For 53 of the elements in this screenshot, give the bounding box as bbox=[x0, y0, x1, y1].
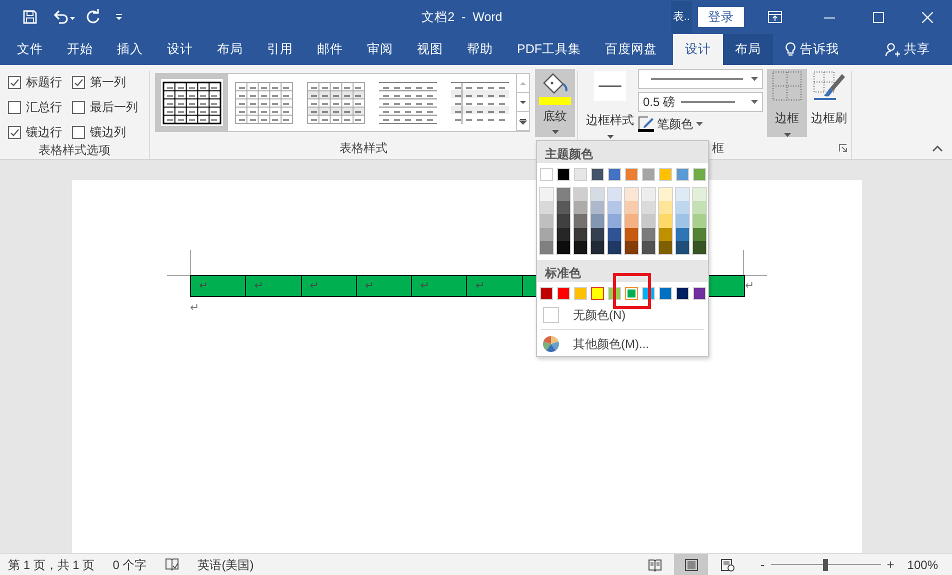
ribbon-tab[interactable]: 引用 bbox=[255, 34, 305, 65]
paragraph-mark: ↵ bbox=[190, 301, 200, 316]
zoom-out-button[interactable]: - bbox=[760, 554, 765, 574]
word-count: 0 个字 bbox=[112, 556, 147, 574]
menu-heading: 标准色 bbox=[537, 260, 708, 282]
ribbon-tab[interactable]: 告诉我 bbox=[773, 34, 851, 65]
zoom-in-button[interactable]: + bbox=[886, 554, 894, 574]
table-cell: ↵ bbox=[356, 276, 412, 296]
language-label: 英语(美国) bbox=[198, 556, 254, 574]
checkbox-label: 汇总行 bbox=[26, 99, 62, 116]
table-cell: ↵ bbox=[191, 276, 246, 296]
group-label: 表格样式选项 bbox=[38, 143, 110, 157]
ribbon-tab[interactable]: 视图 bbox=[405, 34, 455, 65]
menu-heading: 主题颜色 bbox=[537, 141, 708, 163]
end-of-row-mark: ↵ bbox=[745, 279, 754, 294]
table-cell: ↵ bbox=[302, 276, 357, 296]
checkbox-label: 镶边行 bbox=[26, 124, 62, 141]
ribbon-tab[interactable]: 邮件 bbox=[305, 34, 355, 65]
table-cell: ↵ bbox=[467, 276, 523, 296]
ribbon-tab[interactable]: 开始 bbox=[55, 34, 105, 65]
ribbon-tab[interactable]: PDF工具集 bbox=[505, 34, 593, 65]
borders-button[interactable]: 边框 bbox=[767, 69, 807, 137]
pen-color-button[interactable]: 笔颜色 bbox=[638, 115, 763, 133]
checkbox-label: 标题行 bbox=[26, 74, 62, 91]
ribbon-tab[interactable]: 布局 bbox=[205, 34, 255, 65]
ribbon-tab[interactable]: 设计 bbox=[673, 34, 723, 65]
ribbon-tab[interactable]: 百度网盘 bbox=[593, 34, 669, 65]
ribbon-tab[interactable]: 审阅 bbox=[355, 34, 405, 65]
account-name: 表.. bbox=[670, 0, 692, 34]
page-count: 第 1 页，共 1 页 bbox=[8, 556, 95, 574]
checkbox-label: 镶边列 bbox=[90, 124, 126, 141]
border-painter-button[interactable]: 边框刷 bbox=[811, 71, 847, 139]
checkbox-label: 最后一列 bbox=[90, 99, 138, 116]
line-weight-dropdown[interactable]: 0.5 磅 bbox=[638, 92, 763, 112]
menu-item[interactable]: 其他颜色(M)... bbox=[537, 332, 708, 356]
checkbox-label: 第一列 bbox=[90, 74, 126, 91]
sign-in-button[interactable]: 登录 bbox=[698, 6, 744, 28]
table-cell: ↵ bbox=[412, 276, 468, 296]
menu-item[interactable]: 无颜色(N) bbox=[537, 302, 708, 327]
ribbon-tab[interactable]: 帮助 bbox=[455, 34, 505, 65]
line-weight-value: 0.5 磅 bbox=[643, 94, 676, 111]
group-label: 框 bbox=[712, 141, 724, 155]
ribbon-tab[interactable]: 文件 bbox=[5, 34, 55, 65]
ribbon-tab[interactable]: 设计 bbox=[155, 34, 205, 65]
ribbon-tab[interactable]: 布局 bbox=[723, 34, 773, 65]
shading-button[interactable]: 底纹 bbox=[535, 69, 575, 137]
ribbon-tab[interactable]: 共享 bbox=[873, 34, 942, 65]
group-label: 表格样式 bbox=[340, 141, 388, 155]
table-cell: ↵ bbox=[246, 276, 302, 296]
border-styles-button[interactable]: 边框样式 bbox=[586, 71, 634, 139]
window-title: 文档2 - Word bbox=[420, 8, 504, 26]
zoom-percentage: 100% bbox=[907, 556, 938, 574]
ribbon-tab[interactable]: 插入 bbox=[105, 34, 155, 65]
